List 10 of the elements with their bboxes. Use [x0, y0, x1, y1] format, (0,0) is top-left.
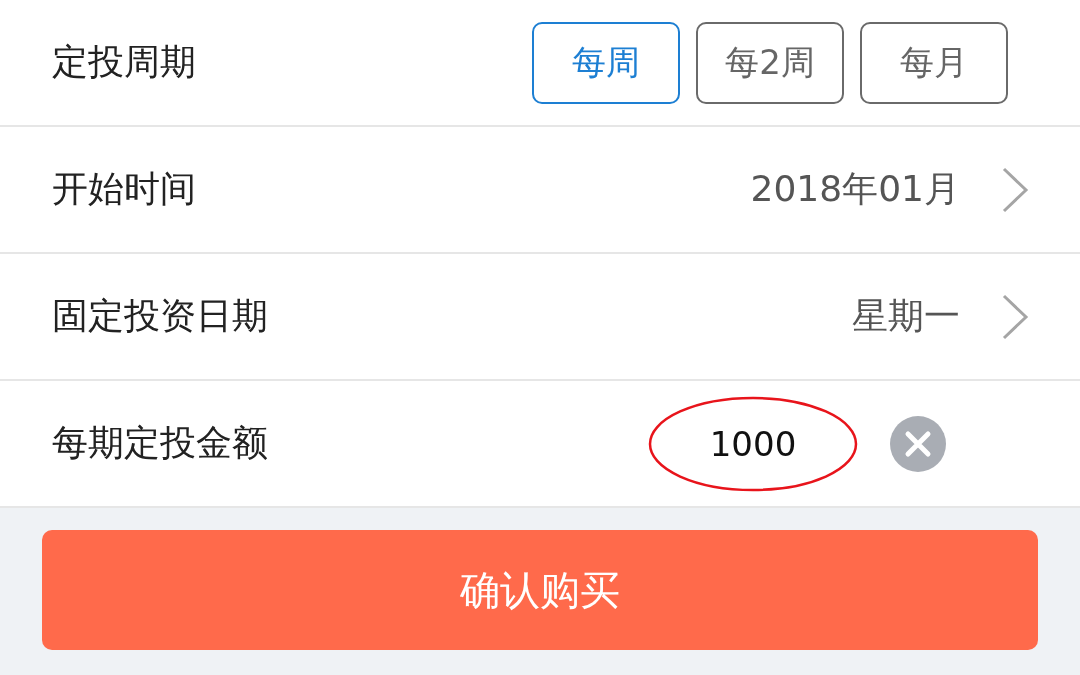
row-label: 定投周期: [52, 40, 197, 84]
clear-icon[interactable]: [890, 415, 946, 472]
row-label: 开始时间: [52, 167, 197, 211]
period-option[interactable]: 每周: [532, 21, 680, 104]
period-option[interactable]: 每2周: [696, 21, 844, 104]
row-label: 每期定投金额: [52, 421, 269, 465]
period-option[interactable]: 每月: [860, 21, 1008, 104]
row-value[interactable]: 星期一: [852, 292, 960, 341]
row-value[interactable]: 2018年01月: [750, 165, 960, 214]
row-label: 固定投资日期: [52, 294, 269, 338]
